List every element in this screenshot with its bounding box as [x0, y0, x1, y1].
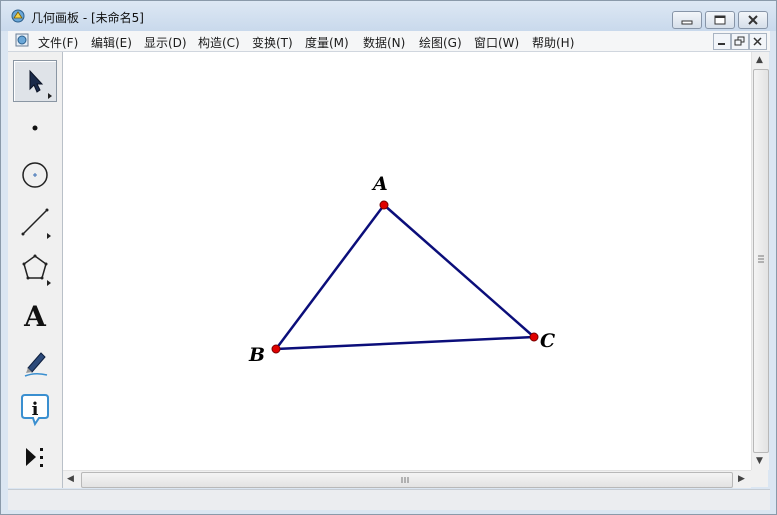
scroll-right-arrow-icon[interactable]: ▶ — [738, 474, 745, 484]
close-button[interactable] — [738, 11, 768, 29]
svg-text:i: i — [32, 399, 39, 420]
sketch-drawing — [271, 200, 539, 354]
point-tool[interactable] — [13, 107, 57, 149]
point-label-c[interactable]: C — [540, 330, 555, 352]
text-tool[interactable]: A — [13, 295, 57, 337]
restore-icon — [734, 36, 745, 46]
marker-tool[interactable] — [13, 342, 57, 384]
grip-icon — [401, 477, 409, 483]
point-c[interactable] — [529, 332, 539, 342]
scroll-up-arrow-icon[interactable]: ▲ — [756, 55, 763, 65]
menu-help[interactable]: 帮助(H) — [532, 34, 574, 51]
text-tool-icon: A — [23, 300, 47, 333]
scroll-down-arrow-icon[interactable]: ▼ — [756, 456, 763, 466]
menu-bar: 文件(F) 编辑(E) 显示(D) 构造(C) 变换(T) 度量(M) 数据(N… — [8, 31, 770, 52]
child-restore-button[interactable] — [731, 33, 749, 50]
menu-data[interactable]: 数据(N) — [363, 34, 405, 51]
horizontal-scrollbar[interactable]: ◀ ▶ — [63, 470, 751, 488]
segment-ca[interactable] — [383, 204, 535, 338]
menu-edit[interactable]: 编辑(E) — [91, 34, 132, 51]
segment-bc[interactable] — [275, 335, 535, 351]
point-a[interactable] — [379, 200, 389, 210]
app-window: 几何画板 - [未命名5] 文件(F) 编辑(E) 显示(D) 构造(C) 变换 — [0, 0, 777, 515]
document-icon[interactable] — [15, 33, 29, 47]
selection-arrow-tool[interactable] — [13, 60, 57, 102]
horizontal-scroll-thumb[interactable] — [81, 472, 733, 488]
information-tool[interactable]: i — [13, 389, 57, 431]
menu-graph[interactable]: 绘图(G) — [419, 34, 462, 51]
minimize-button[interactable] — [672, 11, 702, 29]
restore-icon — [714, 15, 726, 25]
point-label-a[interactable]: A — [373, 173, 388, 195]
polygon-tool[interactable] — [13, 248, 57, 290]
selection-arrow-icon — [29, 69, 52, 99]
grip-icon — [758, 255, 764, 263]
point-b[interactable] — [271, 344, 281, 354]
window-title: 几何画板 - [未命名5] — [31, 11, 144, 25]
child-close-button[interactable] — [749, 33, 767, 50]
status-bar — [8, 489, 770, 510]
menu-window[interactable]: 窗口(W) — [474, 34, 519, 51]
marker-pen-icon — [24, 352, 48, 377]
minimize-icon — [718, 43, 725, 45]
vertical-scrollbar[interactable]: ▲ ▼ — [751, 52, 769, 470]
text-tool-label: A — [23, 300, 47, 333]
menu-display[interactable]: 显示(D) — [144, 34, 187, 51]
compass-icon — [22, 162, 48, 188]
segment-ab[interactable] — [275, 204, 385, 350]
maximize-button[interactable] — [705, 11, 735, 29]
point-icon — [32, 125, 38, 131]
custom-tools-button[interactable] — [13, 436, 57, 478]
menu-construct[interactable]: 构造(C) — [198, 34, 240, 51]
polygon-icon — [22, 254, 51, 286]
geometers-sketchpad-app-icon — [11, 9, 25, 23]
minimize-icon — [681, 20, 693, 25]
close-icon — [753, 37, 762, 46]
information-icon: i — [21, 394, 49, 427]
menu-file[interactable]: 文件(F) — [38, 34, 78, 51]
vertical-scroll-thumb[interactable] — [753, 69, 769, 453]
compass-tool[interactable] — [13, 154, 57, 196]
menu-transform[interactable]: 变换(T) — [252, 34, 293, 51]
menu-measure[interactable]: 度量(M) — [305, 34, 349, 51]
straightedge-icon — [21, 208, 51, 239]
sketch-canvas[interactable]: A B C — [63, 52, 751, 470]
scroll-left-arrow-icon[interactable]: ◀ — [67, 474, 74, 484]
scrollbar-corner — [751, 470, 768, 487]
custom-tools-icon — [26, 448, 43, 467]
close-icon — [748, 15, 758, 25]
straightedge-tool[interactable] — [13, 201, 57, 243]
child-minimize-button[interactable] — [713, 33, 731, 50]
title-bar: 几何画板 - [未命名5] — [1, 1, 776, 31]
toolbox: A i — [8, 52, 63, 488]
point-label-b[interactable]: B — [249, 344, 265, 366]
